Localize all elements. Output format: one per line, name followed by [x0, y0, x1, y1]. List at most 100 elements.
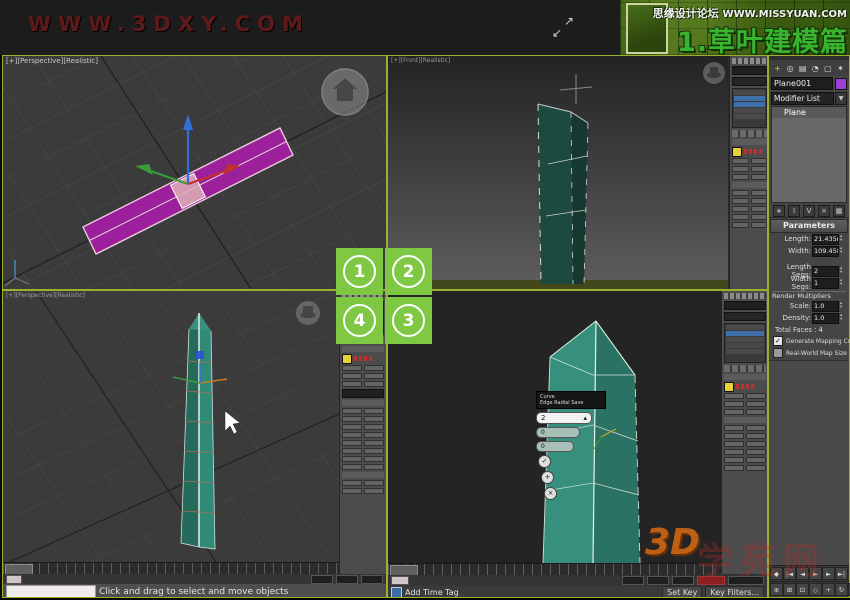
width-label: Width: [771, 247, 811, 255]
total-faces-label: Total Faces : 4 [769, 324, 849, 334]
caddy-tooltip: Curve Edge Radial Save [536, 391, 606, 409]
mini-stack-buttons [724, 365, 766, 372]
modifier-stack[interactable]: Plane [771, 106, 847, 203]
selection-filter[interactable] [728, 576, 764, 585]
viewport-perspective-plane[interactable]: [+][Perspective][Realistic] [2, 55, 387, 290]
fov-icon[interactable]: ◇ [809, 583, 822, 596]
auto-key-button[interactable] [697, 576, 725, 585]
bent-plane-object[interactable] [538, 104, 588, 284]
key-mode-icon[interactable]: ◆ [770, 567, 783, 580]
play-icon[interactable]: ► [809, 567, 822, 580]
coord-y-field[interactable] [647, 576, 669, 585]
spinner[interactable]: ▴▾ [840, 235, 847, 243]
length-segs-field[interactable]: 2 [812, 266, 839, 277]
steering-wheel-gizmo[interactable] [703, 62, 725, 84]
caddy-slide-field[interactable]: 0 [536, 441, 574, 452]
step-badge-1: 1 [336, 248, 383, 295]
configure-stack-icon[interactable]: ▦ [833, 205, 845, 217]
viewport-perspective-blade[interactable]: [+][Perspective][Realistic] [2, 290, 387, 598]
mini-color-swatch [732, 147, 742, 157]
hierarchy-tab-icon[interactable]: ▤ [797, 62, 808, 74]
show-end-result-icon[interactable]: I [788, 205, 800, 217]
generate-mapping-label: Generate Mapping Coords. [786, 338, 850, 345]
viewport-perspective-blade-large[interactable]: Curve Edge Radial Save 2 ▴ 0 0 ✓ + × [387, 290, 768, 598]
generate-mapping-checkbox[interactable]: ✓ [773, 336, 783, 346]
viewport-label[interactable]: [+][Perspective][Realistic] [6, 57, 98, 65]
make-unique-icon[interactable]: V [803, 205, 815, 217]
timeline-track[interactable] [388, 563, 767, 575]
spinner[interactable]: ▴▾ [840, 247, 847, 255]
viewport-canvas [3, 56, 386, 289]
steering-wheel-gizmo[interactable] [296, 301, 320, 325]
prev-frame-icon[interactable]: ◄ [796, 567, 809, 580]
screenshot-root: WWW.3DXY.COM ↗ ↙ 思缘设计论坛 WWW.MISSYUAN.COM… [0, 0, 850, 600]
animation-row: Add Time Tag Set Key Key Filters... [388, 586, 767, 598]
mini-stack-buttons [732, 130, 767, 137]
stack-toolbar: ∗ I V × ▦ [769, 204, 849, 218]
viewport-canvas [3, 291, 339, 562]
coord-z-field[interactable] [672, 576, 694, 585]
mini-red-icons [354, 356, 372, 361]
utilities-tab-icon[interactable]: ✶ [835, 62, 846, 74]
caddy-segments-field[interactable]: 2 ▴ [536, 412, 592, 424]
key-filters-button[interactable]: Key Filters... [705, 586, 764, 598]
remove-modifier-icon[interactable]: × [818, 205, 830, 217]
width-segs-field[interactable]: 1 [812, 278, 839, 289]
viewport-front-bent-plane[interactable]: [+][Front][Realistic] [387, 55, 768, 290]
forum-caption: 思缘设计论坛 WWW.MISSYUAN.COM [653, 5, 847, 21]
pin-stack-icon[interactable]: ∗ [773, 205, 785, 217]
playback-controls: ◆ |◄ ◄ ► ► ►| [769, 565, 849, 581]
stack-item-plane[interactable]: Plane [772, 107, 846, 118]
pan-icon[interactable]: + [822, 583, 835, 596]
spinner[interactable]: ▴▾ [840, 267, 847, 275]
object-color-swatch[interactable] [835, 78, 847, 90]
mini-color-swatch [342, 354, 352, 364]
zoom-extents-icon[interactable]: ⊡ [796, 583, 809, 596]
display-tab-icon[interactable]: ▢ [822, 62, 833, 74]
viewport-label[interactable]: [+][Perspective][Realistic] [6, 292, 85, 299]
panel-empty-area [769, 360, 849, 565]
dropdown-arrow-icon[interactable]: ▼ [835, 92, 847, 105]
spinner[interactable]: ▴▾ [840, 279, 847, 287]
connect-edges-caddy[interactable]: Curve Edge Radial Save 2 ▴ 0 0 ✓ + × [536, 391, 608, 500]
time-tag-icon [391, 587, 402, 598]
zoom-icon[interactable]: ⊕ [770, 583, 783, 596]
command-panel: + ◎ ▤ ◔ ▢ ✶ Plane001 Modifier List ▼ Pla… [768, 55, 850, 598]
set-key-button[interactable]: Set Key [662, 586, 702, 598]
maxscript-mini-listener[interactable] [6, 585, 96, 599]
width-field[interactable]: 109.458mm [812, 246, 839, 257]
mini-panel-tabs [732, 58, 767, 64]
caddy-cancel-button[interactable]: × [544, 487, 557, 500]
parameters-rollout-header[interactable]: Parameters [770, 219, 848, 233]
status-row [3, 574, 386, 584]
viewport-label[interactable]: [+][Front][Realistic] [391, 57, 450, 64]
next-frame-icon[interactable]: ► [822, 567, 835, 580]
add-time-tag[interactable]: Add Time Tag [405, 588, 459, 597]
modifier-list-dropdown[interactable]: Modifier List [771, 92, 834, 105]
spinner[interactable]: ▴▾ [840, 302, 847, 310]
create-tab-icon[interactable]: + [772, 62, 783, 74]
go-end-icon[interactable]: ►| [835, 567, 848, 580]
object-name-field[interactable]: Plane001 [771, 77, 833, 90]
scale-field[interactable]: 1.0 [812, 301, 839, 312]
go-start-icon[interactable]: |◄ [783, 567, 796, 580]
length-field[interactable]: 21.435mm [812, 234, 839, 245]
real-world-checkbox[interactable] [773, 348, 783, 358]
timeline-track[interactable] [3, 562, 386, 574]
spinner-icon[interactable]: ▴ [583, 413, 587, 423]
caddy-pinch-field[interactable]: 0 [536, 427, 580, 438]
coord-x-field[interactable] [622, 576, 644, 585]
steering-wheel-gizmo[interactable] [322, 69, 368, 115]
orbit-icon[interactable]: ↻ [835, 583, 848, 596]
length-label: Length: [771, 235, 811, 243]
density-field[interactable]: 1.0 [812, 313, 839, 324]
watermark-3dxy: WWW.3DXY.COM [28, 12, 310, 36]
motion-tab-icon[interactable]: ◔ [810, 62, 821, 74]
caddy-ok-button[interactable]: ✓ [538, 455, 551, 468]
prompt-bar: Click and drag to select and move object… [3, 584, 386, 598]
mini-listener-box [6, 575, 22, 584]
modify-tab-icon[interactable]: ◎ [785, 62, 796, 74]
spinner[interactable]: ▴▾ [840, 314, 847, 322]
zoom-all-icon[interactable]: ⊞ [783, 583, 796, 596]
caddy-apply-button[interactable]: + [541, 471, 554, 484]
